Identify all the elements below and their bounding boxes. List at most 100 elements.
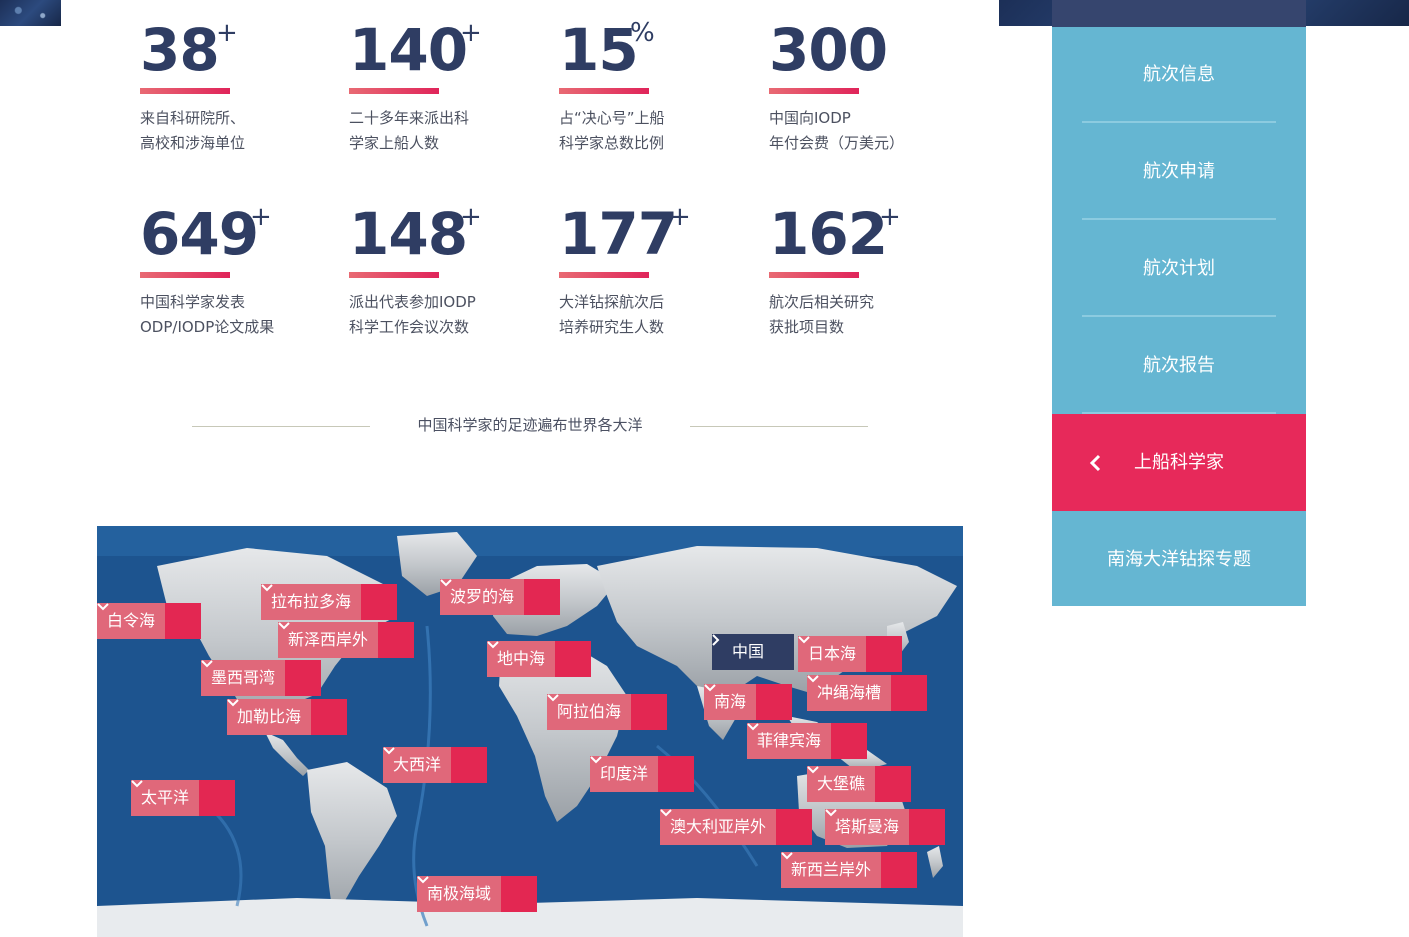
stat-underline [140,88,230,94]
map-tag-label: 冲绳海槽 [817,683,882,702]
map-tag-label: 中国 [732,642,765,661]
stat-number: 649 [140,200,259,268]
map-tag-pacific[interactable]: 太平洋 [131,780,236,816]
map-tag-mediterranean[interactable]: 地中海 [487,641,592,677]
map-tag-okinawa-trough[interactable]: 冲绳海槽 [807,675,928,711]
map-tag-bering-sea[interactable]: 白令海 [97,603,202,639]
map-tag-label: 菲律宾海 [757,731,822,750]
stat-number: 38 [140,16,220,84]
chevron-down-icon[interactable] [807,675,928,711]
chevron-down-icon[interactable] [201,660,322,696]
sidebar-item-label: 航次计划 [1143,258,1215,279]
chevron-down-icon[interactable] [261,584,398,620]
map-tag-label: 波罗的海 [450,587,515,606]
header-background-left [0,0,61,26]
map-tag-label: 加勒比海 [237,707,302,726]
chevron-down-icon[interactable] [660,809,813,845]
sidebar-item-voyage-report[interactable]: 航次报告 [1052,317,1306,414]
map-tag-label: 新西兰岸外 [791,860,872,879]
stat-description: 中国向IODP 年付会费（万美元） [769,109,905,152]
map-tag-south-china-sea[interactable]: 南海 [704,684,793,720]
stat-institutions: 38 + 来自科研院所、 高校和涉海单位 [140,16,340,152]
chevron-down-icon[interactable] [131,780,236,816]
map-tag-antarctic[interactable]: 南极海域 [417,876,538,912]
stat-underline [349,272,439,278]
map-tag-label: 新泽西岸外 [288,630,369,649]
stat-description: 来自科研院所、 高校和涉海单位 [140,109,246,152]
sidebar-item-shipboard-scientists[interactable]: 上船科学家 [1052,414,1306,511]
sidebar-item-label: 航次申请 [1143,161,1215,182]
chevron-down-icon[interactable] [417,876,538,912]
map-tag-china[interactable]: 中国 [712,634,795,670]
chevron-down-icon[interactable] [487,641,592,677]
map-tag-atlantic[interactable]: 大西洋 [383,747,488,783]
stat-suffix: + [669,202,691,232]
stat-number: 162 [769,200,888,268]
stat-scientists-onboard: 140 + 二十多年来派出科 学家上船人数 [349,18,549,152]
stat-description: 中国科学家发表 ODP/IODP论文成果 [140,293,275,336]
sidebar-item-label: 航次信息 [1143,64,1215,85]
map-tag-tasman-sea[interactable]: 塔斯曼海 [825,809,946,845]
stat-suffix: + [460,18,482,48]
chevron-down-icon[interactable] [278,622,415,658]
stat-underline [140,272,230,278]
stat-number: 300 [769,16,888,84]
chevron-down-icon[interactable] [227,699,348,735]
chevron-down-icon[interactable] [704,684,793,720]
stat-suffix: + [216,18,238,48]
stat-description: 占“决心号”上船 科学家总数比例 [559,109,665,152]
stat-annual-fee: 300 中国向IODP 年付会费（万美元） [769,16,969,152]
chevron-down-icon[interactable] [97,603,202,639]
stat-description: 派出代表参加IODP 科学工作会议次数 [349,293,476,336]
stat-underline [769,272,859,278]
chevron-down-icon[interactable] [747,723,868,759]
stat-number: 148 [349,200,468,268]
stat-underline [769,88,859,94]
sidebar-item-south-china-sea-drilling[interactable]: 南海大洋钻探专题 [1052,511,1306,608]
stat-papers: 649 + 中国科学家发表 ODP/IODP论文成果 [140,200,340,336]
sidebar-item-voyage-info[interactable]: 航次信息 [1052,26,1306,123]
stat-underline [559,88,649,94]
stat-graduate-students: 177 + 大洋钻探航次后 培养研究生人数 [559,200,759,336]
sidebar-item-voyage-plan[interactable]: 航次计划 [1052,220,1306,317]
stat-meetings: 148 + 派出代表参加IODP 科学工作会议次数 [349,200,549,336]
map-tag-baltic-sea[interactable]: 波罗的海 [440,579,561,615]
map-tag-label: 塔斯曼海 [835,817,900,836]
sidebar-item-label: 上船科学家 [1134,452,1224,473]
map-tag-offshore-australia[interactable]: 澳大利亚岸外 [660,809,813,845]
section-heading-text: 中国科学家的足迹遍布世界各大洋 [417,416,643,434]
chevron-down-icon[interactable] [440,579,561,615]
map-tag-label: 阿拉伯海 [557,702,622,721]
map-tag-indian-ocean[interactable]: 印度洋 [590,756,695,792]
stat-number: 177 [559,200,678,268]
sidebar-item-voyage-application[interactable]: 航次申请 [1052,123,1306,220]
map-tag-label: 南极海域 [427,884,492,903]
chevron-down-icon[interactable] [590,756,695,792]
chevron-down-icon[interactable] [798,636,903,672]
chevron-down-icon[interactable] [807,766,912,802]
map-tag-philippine-sea[interactable]: 菲律宾海 [747,723,868,759]
chevron-down-icon[interactable] [825,809,946,845]
sidebar-item-label: 南海大洋钻探专题 [1107,549,1251,570]
map-tag-great-barrier-reef[interactable]: 大堡礁 [807,766,912,802]
stat-suffix: + [250,202,272,232]
chevron-down-icon[interactable] [383,747,488,783]
map-tag-arabian-sea[interactable]: 阿拉伯海 [547,694,668,730]
chevron-right-icon [712,634,794,670]
map-tag-gulf-of-mexico[interactable]: 墨西哥湾 [201,660,322,696]
sidebar-top-strip [1052,0,1306,27]
map-tag-japan-sea[interactable]: 日本海 [798,636,903,672]
map-tag-label: 拉布拉多海 [271,592,352,611]
sidebar-item-label: 航次报告 [1143,355,1215,376]
chevron-down-icon[interactable] [547,694,668,730]
chevron-down-icon[interactable] [781,852,918,888]
stat-description: 航次后相关研究 获批项目数 [769,293,875,336]
map-tag-labrador-sea[interactable]: 拉布拉多海 [261,584,398,620]
map-tag-offshore-new-zealand[interactable]: 新西兰岸外 [781,852,918,888]
stat-suffix: % [630,18,655,48]
map-tag-caribbean[interactable]: 加勒比海 [227,699,348,735]
stat-research-projects: 162 + 航次后相关研究 获批项目数 [769,200,969,336]
world-map: 白令海 拉布拉多海 波罗的海 新泽西岸外 地中海 中国 日本海 墨西哥湾 冲绳海… [97,526,963,937]
map-tag-new-jersey[interactable]: 新泽西岸外 [278,622,415,658]
section-heading: 中国科学家的足迹遍布世界各大洋 [192,414,868,438]
